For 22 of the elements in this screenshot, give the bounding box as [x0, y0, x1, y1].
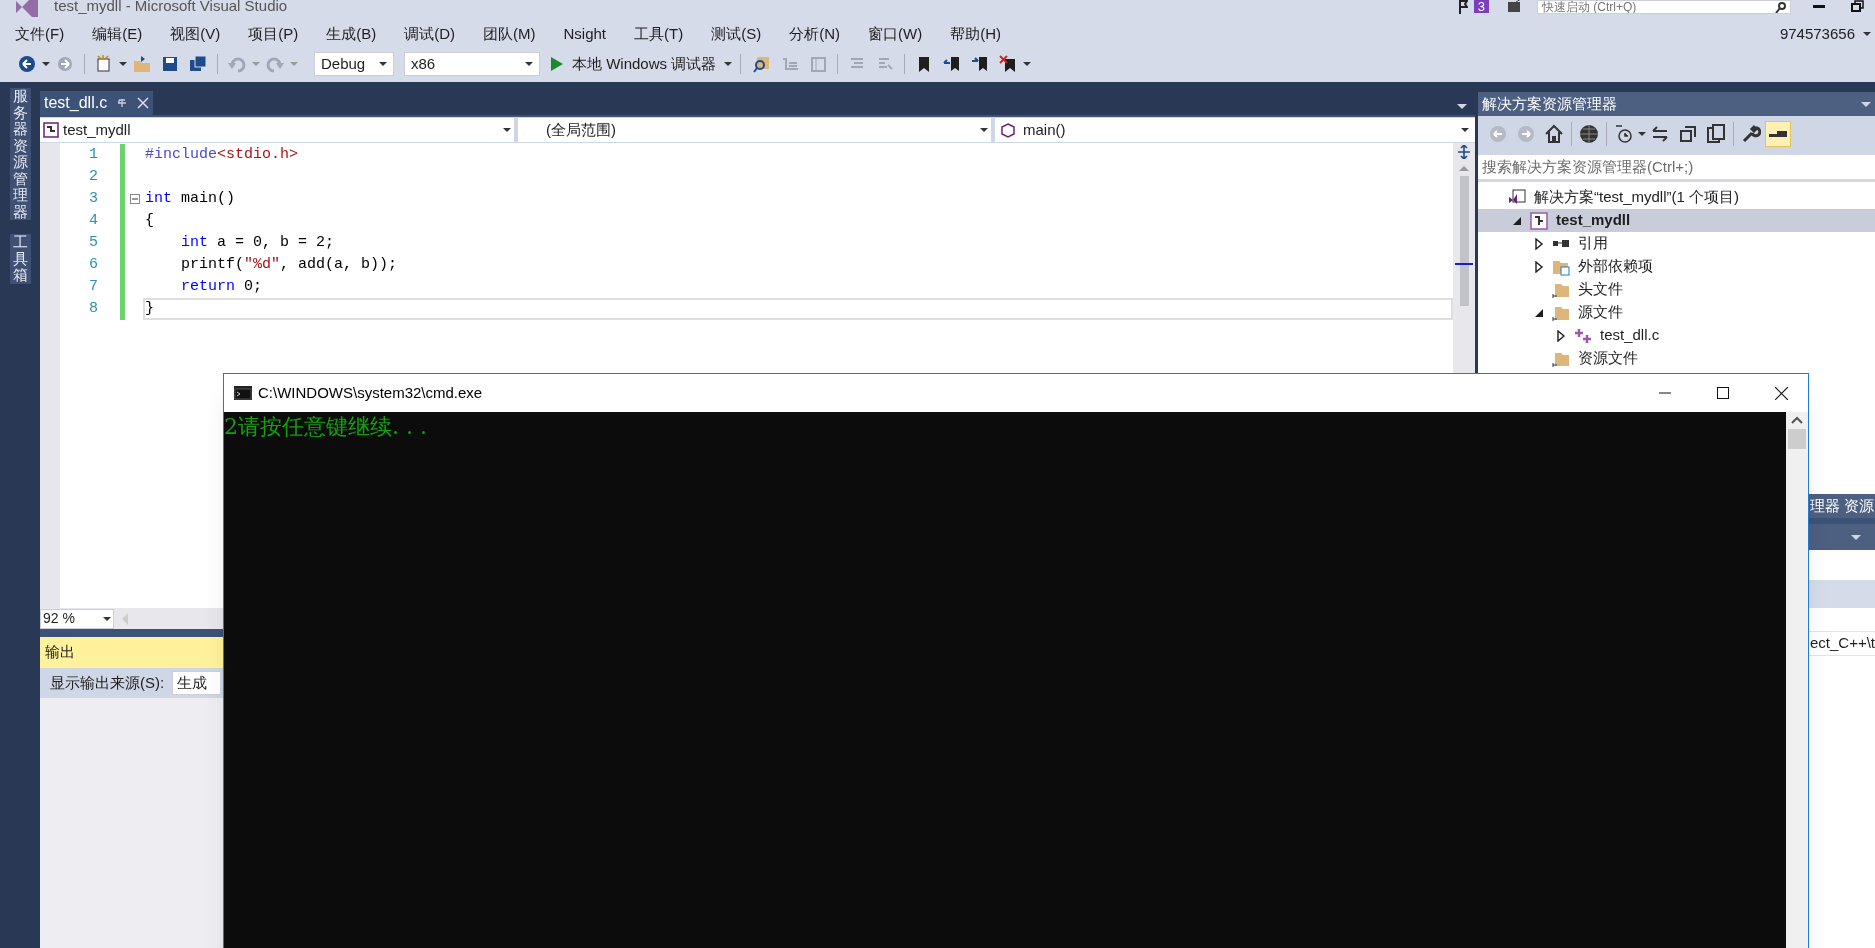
- line-number: 1: [88, 144, 98, 165]
- window-title: test_mydll - Microsoft Visual Studio: [54, 0, 288, 15]
- panel-title: 输出: [45, 642, 75, 663]
- code-line: int main(): [145, 188, 236, 209]
- code-line: #include<stdio.h>: [145, 144, 299, 165]
- line-number: 8: [88, 298, 98, 319]
- code-line: int a = 0, b = 2;: [180, 232, 335, 253]
- panel-title: 解决方案资源管理器: [1482, 93, 1617, 114]
- line-number: 2: [88, 166, 98, 187]
- code-line: {: [145, 210, 154, 231]
- line-number: 3: [88, 188, 98, 209]
- code-line: }: [145, 298, 154, 319]
- code-line: printf("%d", add(a, b));: [180, 254, 398, 275]
- code-line: return 0;: [180, 276, 263, 297]
- console-output: 2请按任意键继续. . .: [224, 414, 427, 439]
- window-title: C:\WINDOWS\system32\cmd.exe: [258, 382, 483, 403]
- line-number: 7: [88, 276, 98, 297]
- line-number: 6: [88, 254, 98, 275]
- line-number: 4: [88, 210, 98, 231]
- path-text: ect_C++\t: [1809, 633, 1875, 654]
- output-source-label: 显示输出来源(S):: [50, 672, 165, 693]
- line-number: 5: [88, 232, 98, 253]
